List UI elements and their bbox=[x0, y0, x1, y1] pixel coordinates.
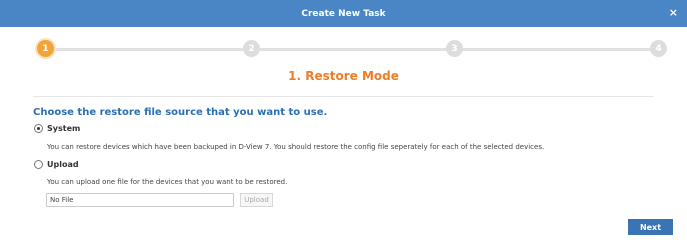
step-1-indicator[interactable]: 1 bbox=[37, 40, 54, 57]
file-path-field[interactable]: No File bbox=[46, 193, 234, 207]
next-button[interactable]: Next bbox=[628, 219, 673, 235]
step-4-indicator[interactable]: 4 bbox=[650, 40, 667, 57]
upload-description: You can upload one file for the devices … bbox=[47, 178, 288, 186]
step-2-indicator[interactable]: 2 bbox=[243, 40, 260, 57]
radio-system-icon[interactable] bbox=[34, 124, 43, 133]
dialog-titlebar: Create New Task × bbox=[0, 0, 687, 27]
wizard-stepper: 1 2 3 4 bbox=[0, 38, 687, 60]
upload-button[interactable]: Upload bbox=[240, 193, 273, 207]
radio-upload[interactable]: Upload bbox=[34, 160, 79, 169]
section-heading: Choose the restore file source that you … bbox=[33, 107, 328, 118]
system-description: You can restore devices which have been … bbox=[47, 143, 545, 151]
dialog-title: Create New Task bbox=[301, 8, 386, 19]
step-3-indicator[interactable]: 3 bbox=[446, 40, 463, 57]
radio-system-label: System bbox=[47, 124, 81, 133]
radio-upload-icon[interactable] bbox=[34, 160, 43, 169]
divider bbox=[33, 96, 654, 97]
step-title: 1. Restore Mode bbox=[288, 69, 399, 83]
stepper-track bbox=[46, 48, 663, 51]
file-path-value: No File bbox=[50, 196, 74, 204]
radio-system[interactable]: System bbox=[34, 124, 80, 133]
close-icon[interactable]: × bbox=[669, 7, 678, 18]
radio-upload-label: Upload bbox=[47, 160, 79, 169]
